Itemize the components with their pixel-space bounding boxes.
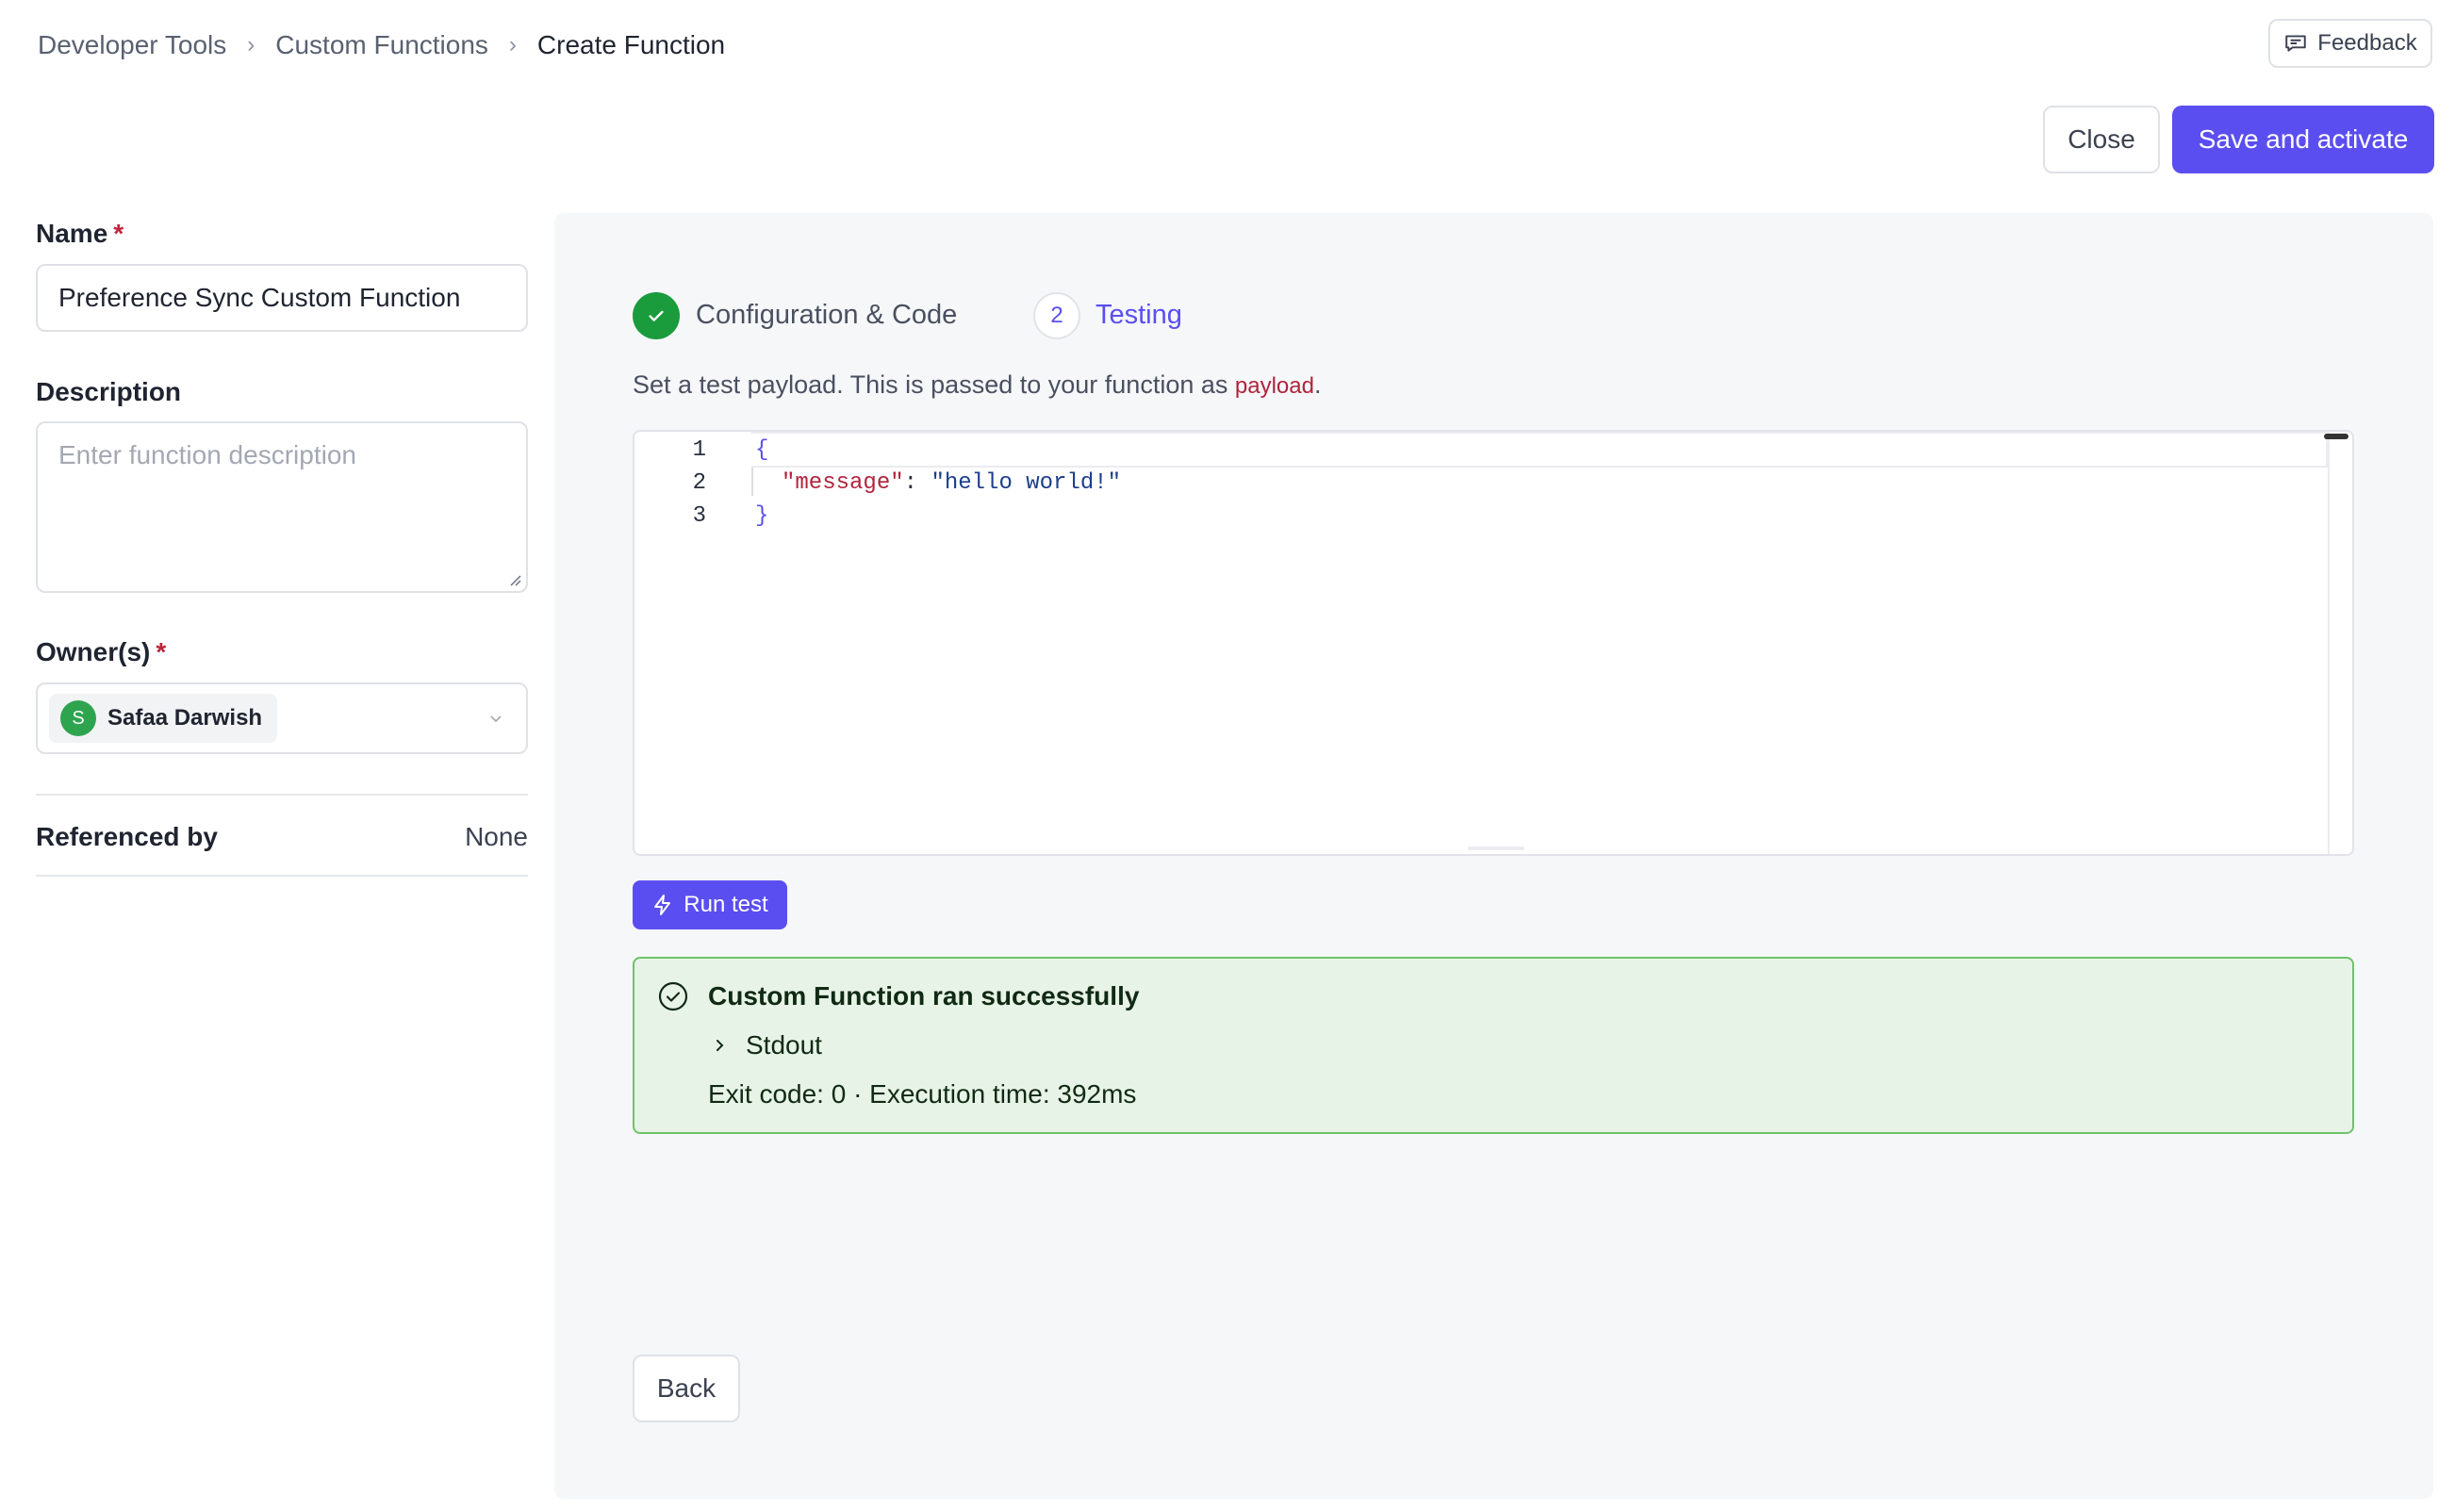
breadcrumb: Developer Tools › Custom Functions › Cre… xyxy=(38,26,725,64)
close-button[interactable]: Close xyxy=(2043,106,2160,173)
code-line: 1 { xyxy=(634,433,769,467)
active-line-highlight xyxy=(751,432,2328,468)
referenced-by-value: None xyxy=(465,822,528,851)
lightning-icon xyxy=(654,895,671,915)
owners-label: Owner(s) * xyxy=(36,637,167,666)
chevron-right-icon xyxy=(717,1040,724,1051)
breadcrumb-item-custom-functions[interactable]: Custom Functions xyxy=(275,30,488,60)
line-number: 1 xyxy=(692,436,706,463)
payload-hint: Set a test payload. This is passed to yo… xyxy=(633,370,1322,399)
code-text: { xyxy=(755,436,769,463)
test-result-banner: Custom Function ran successfully Stdout … xyxy=(633,957,2354,1134)
save-and-activate-button[interactable]: Save and activate xyxy=(2172,106,2434,173)
feedback-label: Feedback xyxy=(2317,30,2417,56)
step-testing-label[interactable]: Testing xyxy=(1096,300,1182,331)
breadcrumb-item-developer-tools[interactable]: Developer Tools xyxy=(38,30,226,60)
run-test-button[interactable]: Run test xyxy=(633,880,787,929)
payload-code-editor[interactable]: 1 { 2 "message": "hello world!" 3 } xyxy=(633,430,2354,856)
back-button[interactable]: Back xyxy=(633,1355,740,1422)
feedback-button[interactable]: Feedback xyxy=(2268,19,2432,68)
divider xyxy=(36,875,528,877)
result-title: Custom Function ran successfully xyxy=(708,981,1140,1011)
run-test-label: Run test xyxy=(684,892,768,917)
required-mark: * xyxy=(156,637,167,666)
referenced-by-label: Referenced by xyxy=(36,822,218,851)
divider xyxy=(36,794,528,796)
required-mark: * xyxy=(113,219,124,248)
exit-info: Exit code: 0 · Execution time: 392ms xyxy=(708,1079,1137,1109)
chevron-right-icon: › xyxy=(508,32,517,58)
breadcrumb-item-current: Create Function xyxy=(536,30,726,59)
description-placeholder: Enter function description xyxy=(58,440,356,469)
resize-grip-icon[interactable] xyxy=(507,572,522,587)
code-text: "message": "hello world!" xyxy=(782,469,1122,496)
line-number: 3 xyxy=(692,502,706,529)
chevron-right-icon: › xyxy=(247,32,255,58)
owner-chip[interactable]: S Safaa Darwish xyxy=(49,694,278,743)
message-square-icon xyxy=(2285,35,2307,52)
step-complete-check-icon xyxy=(633,292,680,339)
owner-name: Safaa Darwish xyxy=(107,705,263,731)
editor-scrollbar[interactable] xyxy=(2328,432,2352,854)
chevron-down-icon xyxy=(490,715,502,723)
testing-panel xyxy=(554,213,2433,1499)
step-number-badge: 2 xyxy=(1033,292,1080,339)
stdout-toggle[interactable]: Stdout xyxy=(712,1030,822,1060)
description-label: Description xyxy=(36,377,182,406)
code-line: 2 "message": "hello world!" xyxy=(634,466,1121,500)
editor-resize-handle[interactable] xyxy=(1468,846,1524,850)
name-input-value: Preference Sync Custom Function xyxy=(58,283,461,312)
owners-select[interactable]: S Safaa Darwish xyxy=(36,682,528,754)
line-number: 2 xyxy=(692,469,706,496)
name-label: Name * xyxy=(36,219,124,248)
payload-code-word: payload xyxy=(1234,373,1314,399)
check-circle-icon xyxy=(658,981,688,1011)
name-input[interactable]: Preference Sync Custom Function xyxy=(36,264,528,332)
scrollbar-thumb[interactable] xyxy=(2324,434,2348,439)
stdout-label: Stdout xyxy=(746,1030,822,1060)
code-line: 3 } xyxy=(634,499,769,533)
step-configuration-label[interactable]: Configuration & Code xyxy=(696,300,957,331)
description-input[interactable]: Enter function description xyxy=(36,421,528,593)
code-text: } xyxy=(755,502,769,529)
avatar: S xyxy=(60,700,96,736)
